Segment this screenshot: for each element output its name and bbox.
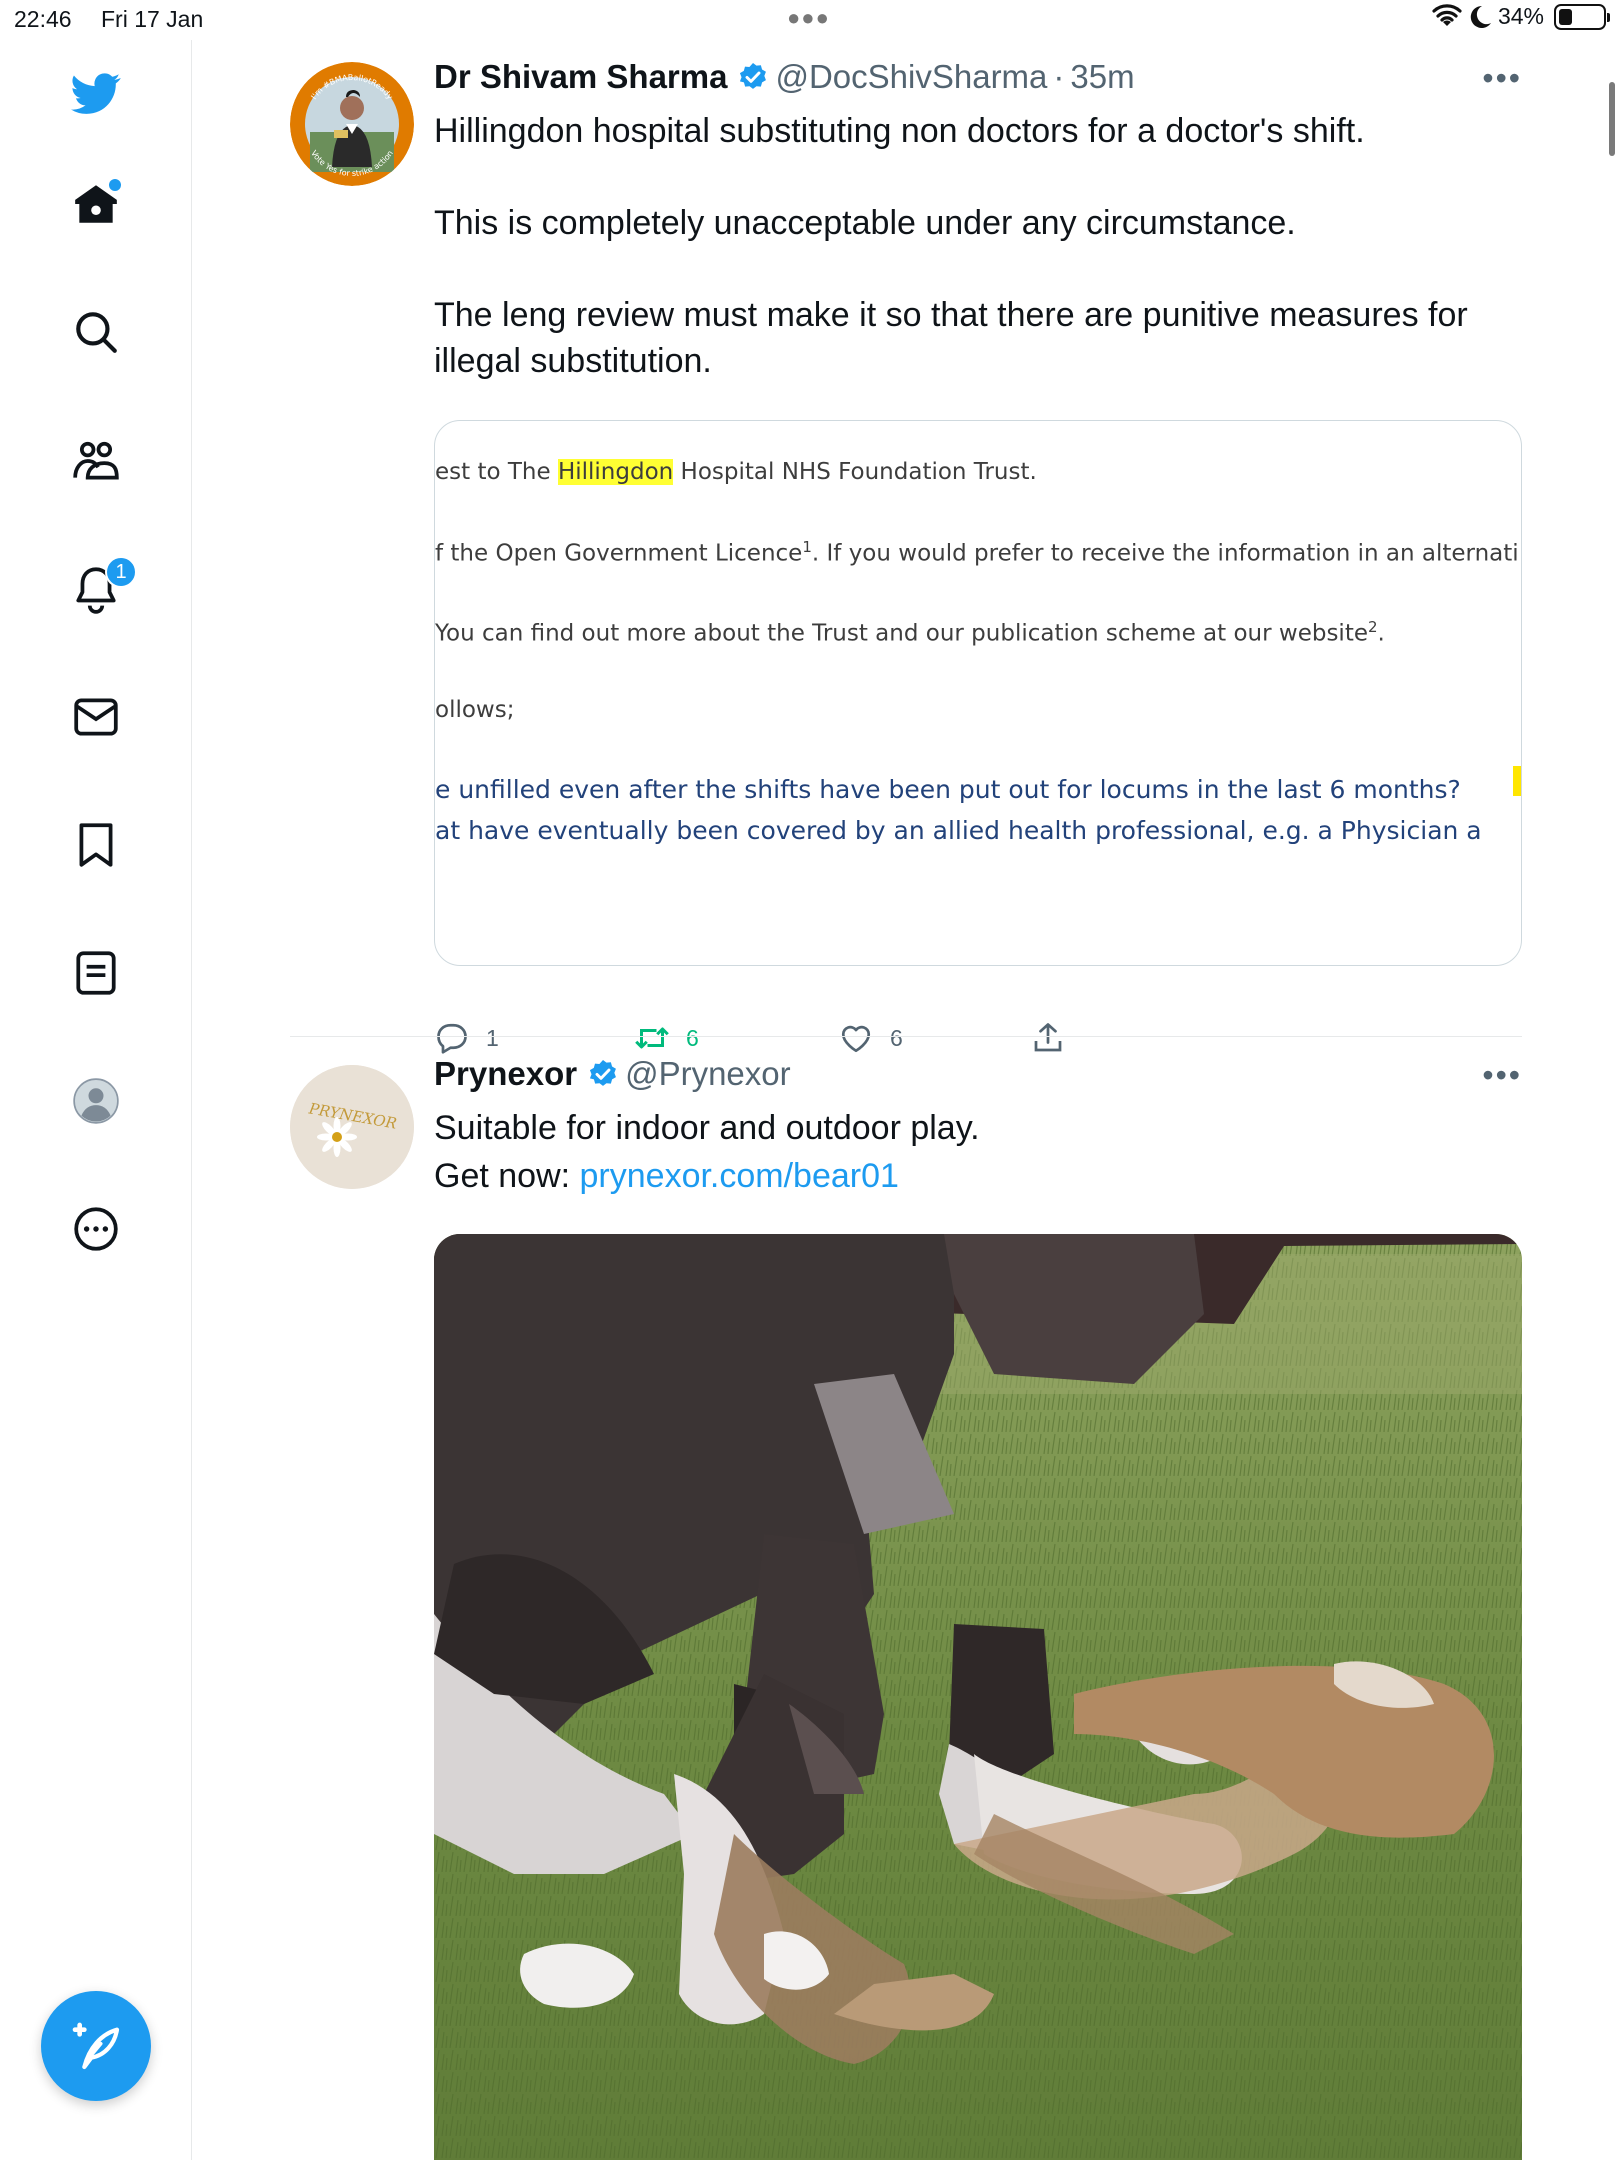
more-options-icon[interactable]: ••• [1482, 1057, 1522, 1094]
twitter-app: 22:46 Fri 17 Jan ●●● 34% 1 I'm #BMABallo… [0, 0, 1620, 2160]
tweet-image-document[interactable]: est to The Hillingdon Hospital NHS Found… [434, 420, 1522, 966]
notifications-badge: 1 [105, 556, 137, 588]
verified-badge-icon [590, 1060, 617, 1086]
author-handle[interactable]: @Prynexor [625, 1055, 791, 1093]
tweet-header: Prynexor @Prynexor [434, 1055, 791, 1093]
status-bar: 22:46 Fri 17 Jan ●●● 34% [0, 0, 1620, 40]
lists-icon [76, 951, 116, 995]
nav-home[interactable] [65, 173, 127, 235]
author-avatar[interactable]: I'm #BMABallotReady Vote Yes for strike … [290, 62, 414, 186]
author-name[interactable]: Dr Shivam Sharma [434, 58, 727, 96]
moon-icon [1470, 5, 1491, 28]
nav-lists[interactable] [65, 942, 127, 1004]
more-icon [74, 1207, 118, 1251]
video-frame-image [434, 1234, 1522, 2160]
tweet[interactable]: PRYNEXOR Prynexor @Prynexor ••• Suitable… [290, 1055, 1522, 2160]
compose-button[interactable] [41, 1991, 151, 2101]
share-icon [1034, 1023, 1062, 1052]
doc-question: e unfilled even after the shifts have be… [435, 775, 1461, 804]
tweet-text: Hillingdon hospital substituting non doc… [434, 112, 1468, 380]
verified-badge-icon [740, 63, 767, 89]
nav-communities[interactable] [65, 430, 127, 492]
tweet-header: Dr Shivam Sharma @DocShivSharma · 35m [434, 58, 1135, 96]
tweet-divider [290, 1036, 1522, 1037]
share-button[interactable] [1030, 1020, 1066, 1056]
tweet-video[interactable] [434, 1234, 1522, 2160]
meta-separator: · [1053, 58, 1065, 95]
home-unread-dot [109, 179, 121, 191]
avatar-image: I'm #BMABallotReady Vote Yes for strike … [290, 62, 414, 186]
doc-line: f the Open Government Licence1. If you w… [435, 538, 1519, 567]
doc-highlight-mark [1513, 766, 1521, 796]
like-count: 6 [890, 1024, 903, 1051]
sidebar-nav: 1 [0, 40, 192, 2160]
heart-icon [841, 1025, 871, 1053]
tweet-time[interactable]: 35m [1070, 58, 1134, 96]
tweet-text-line: Get now: prynexor.com/bear01 [434, 1157, 899, 1195]
author-avatar[interactable]: PRYNEXOR [290, 1065, 414, 1189]
status-indicators: 34% [1432, 3, 1610, 30]
scrollbar[interactable] [1609, 82, 1615, 156]
reply-count: 1 [486, 1024, 499, 1051]
status-time: 22:46 [14, 6, 72, 32]
nav-search[interactable] [65, 301, 127, 363]
more-options-icon[interactable]: ••• [1482, 60, 1522, 97]
nav-bookmarks[interactable] [65, 814, 127, 876]
nav-messages[interactable] [65, 686, 127, 748]
doc-question: at have eventually been covered by an al… [435, 816, 1482, 845]
profile-icon [73, 1078, 119, 1124]
avatar-image: PRYNEXOR [290, 1065, 414, 1189]
doc-line: est to The Hillingdon Hospital NHS Found… [435, 459, 1037, 485]
battery-percent: 34% [1497, 3, 1544, 29]
battery-icon [1554, 3, 1610, 30]
tweet-text-line: Suitable for indoor and outdoor play. [434, 1109, 980, 1147]
status-date: Fri 17 Jan [101, 6, 204, 32]
tweet-actions: 1 6 6 [434, 1020, 1134, 1060]
search-icon [76, 312, 117, 353]
multitasking-dots-icon[interactable]: ●●● [787, 5, 830, 31]
twitter-logo-icon[interactable] [65, 62, 127, 124]
retweet-button[interactable]: 6 [634, 1020, 699, 1056]
doc-line: You can find out more about the Trust an… [435, 618, 1385, 647]
communities-icon [73, 441, 119, 480]
compose-icon [72, 2022, 120, 2070]
tweet-link[interactable]: prynexor.com/bear01 [580, 1157, 899, 1195]
author-name[interactable]: Prynexor [434, 1055, 577, 1093]
reply-button[interactable]: 1 [434, 1020, 499, 1056]
bookmarks-icon [79, 823, 113, 867]
nav-more[interactable] [65, 1198, 127, 1260]
reply-icon [437, 1023, 467, 1054]
messages-icon [74, 698, 118, 736]
like-button[interactable]: 6 [838, 1020, 903, 1056]
tweet[interactable]: I'm #BMABallotReady Vote Yes for strike … [290, 56, 1522, 1054]
nav-profile[interactable] [65, 1070, 127, 1132]
wifi-icon [1432, 3, 1462, 26]
author-handle[interactable]: @DocShivSharma [775, 58, 1047, 96]
nav-notifications[interactable]: 1 [65, 556, 137, 620]
retweet-icon [635, 1027, 669, 1049]
retweet-count: 6 [686, 1024, 699, 1051]
doc-line: ollows; [435, 697, 515, 723]
